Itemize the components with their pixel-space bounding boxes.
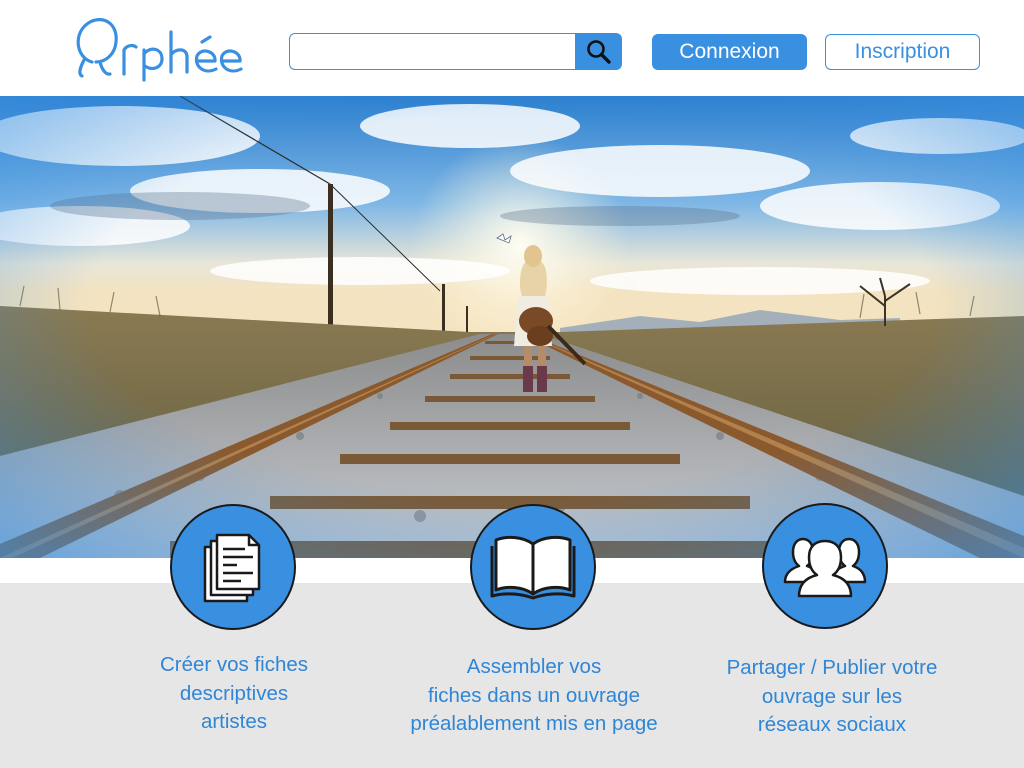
connexion-button[interactable]: Connexion <box>652 34 807 70</box>
search-input[interactable] <box>289 33 576 70</box>
feature-create-sheets-text: Créer vos fiches descriptives artistes <box>159 653 309 733</box>
orphee-logo[interactable] <box>70 10 245 85</box>
feature-assemble-book-text: Assembler vos fiches dans un ouvrage pré… <box>410 655 658 735</box>
feature-share-publish[interactable] <box>762 503 888 629</box>
hero-image <box>0 96 1024 558</box>
header: Connexion Inscription <box>0 0 1024 96</box>
users-icon <box>783 537 867 598</box>
feature-share-publish-text: Partager / Publier votre ouvrage sur les… <box>726 656 938 736</box>
search-button[interactable] <box>575 33 622 70</box>
feature-create-sheets[interactable] <box>170 504 296 630</box>
feature-assemble-book[interactable] <box>470 504 596 630</box>
search-bar <box>289 33 622 70</box>
inscription-button[interactable]: Inscription <box>825 34 980 70</box>
logo-icon <box>76 18 243 82</box>
open-book-icon <box>490 535 576 600</box>
railway-landscape-image <box>0 96 1024 558</box>
search-icon <box>586 39 611 64</box>
documents-icon <box>203 533 261 603</box>
